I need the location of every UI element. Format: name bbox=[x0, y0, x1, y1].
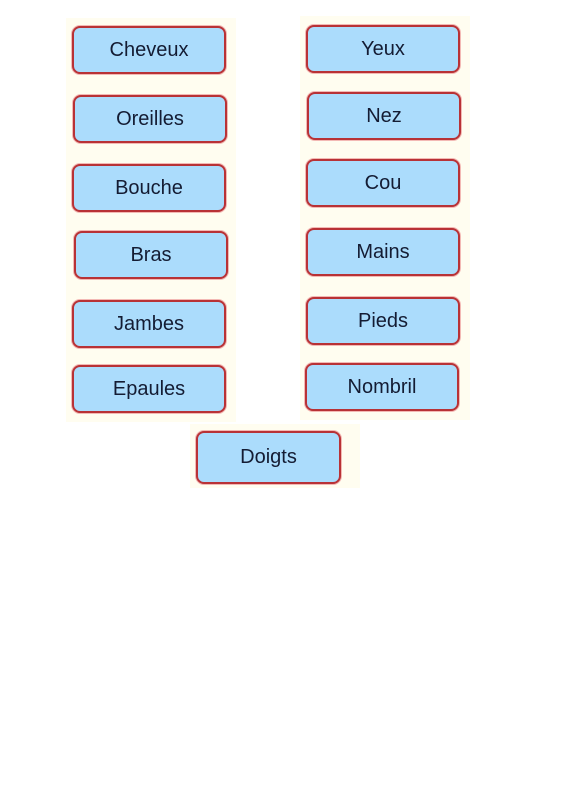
word-card-doigts[interactable]: Doigts bbox=[196, 431, 341, 484]
word-card-jambes[interactable]: Jambes bbox=[72, 300, 226, 348]
word-card-yeux[interactable]: Yeux bbox=[306, 25, 460, 73]
word-card-pieds[interactable]: Pieds bbox=[306, 297, 460, 345]
word-card-epaules[interactable]: Epaules bbox=[72, 365, 226, 413]
word-card-cheveux[interactable]: Cheveux bbox=[72, 26, 226, 74]
word-card-bouche[interactable]: Bouche bbox=[72, 164, 226, 212]
word-card-mains[interactable]: Mains bbox=[306, 228, 460, 276]
left-column-background bbox=[66, 18, 236, 422]
word-card-nez[interactable]: Nez bbox=[307, 92, 461, 140]
word-card-bras[interactable]: Bras bbox=[74, 231, 228, 279]
word-card-oreilles[interactable]: Oreilles bbox=[73, 95, 227, 143]
word-card-cou[interactable]: Cou bbox=[306, 159, 460, 207]
word-card-nombril[interactable]: Nombril bbox=[305, 363, 459, 411]
right-column-background bbox=[300, 16, 470, 420]
